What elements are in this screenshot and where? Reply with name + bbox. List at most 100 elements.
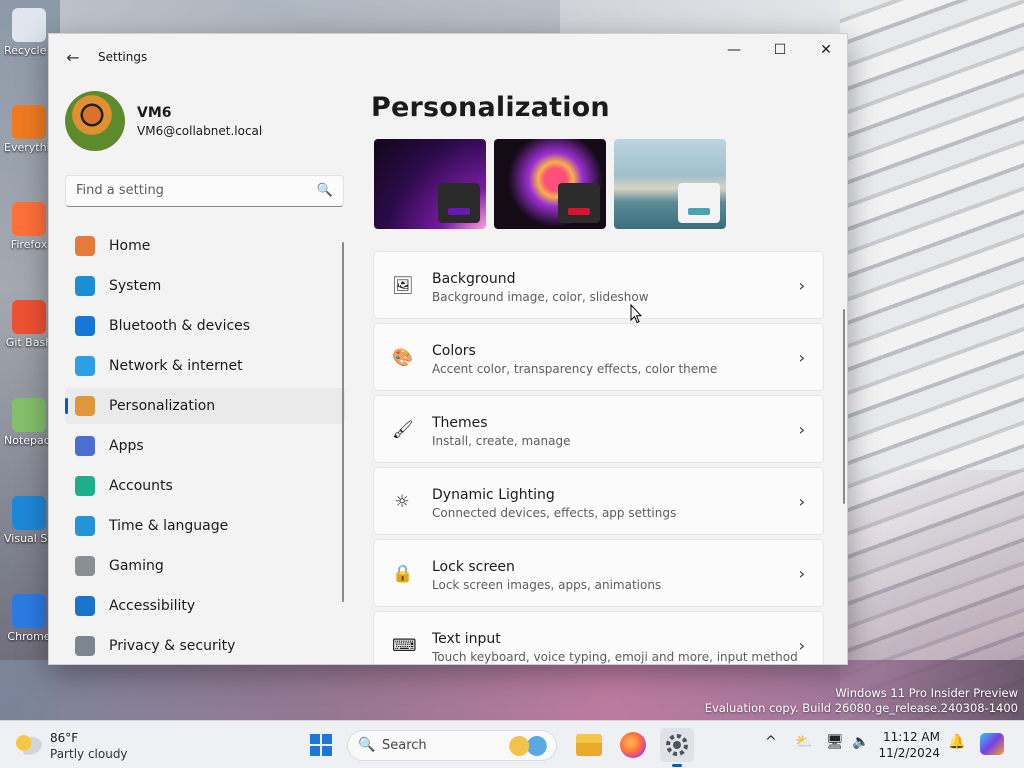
windows-logo-icon [310, 746, 320, 756]
search-highlight-icon[interactable] [506, 735, 550, 757]
user-profile[interactable]: VM6 VM6@collabnet.local [65, 91, 345, 151]
nav-item-personalization[interactable]: Personalization [65, 388, 345, 424]
tray-overflow-chevron-icon[interactable]: ^ [765, 734, 777, 750]
weather-widget[interactable]: 86°F Partly cloudy [14, 729, 144, 761]
desktop-icon[interactable]: Git Bash [4, 300, 54, 349]
main-scrollbar[interactable] [843, 309, 845, 504]
nav-item-privacy-security[interactable]: Privacy & security [65, 628, 345, 664]
window-title: Settings [98, 50, 148, 64]
display-icon[interactable]: 🖥 [826, 734, 844, 750]
nav-scrollbar[interactable] [342, 242, 344, 602]
search-magnifier-icon [12, 105, 46, 139]
nav-item-label: Bluetooth & devices [109, 318, 251, 334]
settings-window: ← Settings — ☐ ✕ VM6 VM6@collabnet.local… [48, 33, 848, 665]
theme-preview-window [558, 183, 600, 223]
theme-lake[interactable] [614, 139, 726, 229]
card-title: Colors [432, 343, 476, 359]
chrome-icon [12, 594, 46, 628]
card-description: Accent color, transparency effects, colo… [432, 362, 718, 376]
nav-item-home[interactable]: Home [65, 228, 345, 264]
card-icon: 🖌 [392, 420, 414, 440]
card-icon: ⌨ [392, 636, 417, 656]
find-setting-search[interactable]: 🔍 [65, 175, 344, 207]
taskbar-search[interactable]: 🔍 Search [347, 730, 557, 761]
card-icon: ☼ [394, 492, 410, 512]
theme-preview-window [438, 183, 480, 223]
settings-card-dynamic-lighting[interactable]: ☼ Dynamic Lighting Connected devices, effe… [373, 467, 824, 535]
settings-card-themes[interactable]: 🖌 Themes Install, create, manage › [373, 395, 824, 463]
copilot-icon[interactable] [980, 733, 1004, 755]
start-button[interactable] [304, 728, 338, 762]
vscode-icon [12, 496, 46, 530]
settings-card-colors[interactable]: 🎨 Colors Accent color, transparency effect… [373, 323, 824, 391]
card-description: Connected devices, effects, app settings [432, 506, 677, 520]
search-icon[interactable]: 🔍 [317, 183, 333, 198]
nav-item-time-language[interactable]: Time & language [65, 508, 345, 544]
chevron-right-icon: › [798, 636, 805, 655]
desktop-icon[interactable]: Chrome [4, 594, 54, 643]
back-button[interactable]: ← [63, 48, 83, 68]
theme-preview-window [678, 183, 720, 223]
maximize-button[interactable]: ☐ [757, 34, 803, 66]
settings-card-lock-screen[interactable]: 🔒 Lock screen Lock screen images, apps, an… [373, 539, 824, 607]
system-clock[interactable]: 11:12 AM 11/2/2024 [874, 729, 940, 761]
windows-logo-icon [322, 746, 332, 756]
nav-item-label: Accessibility [109, 598, 196, 614]
nav-item-gaming[interactable]: Gaming [65, 548, 345, 584]
avatar[interactable] [65, 91, 125, 151]
theme-thumbnails [374, 139, 734, 229]
nav-item-label: Gaming [109, 558, 164, 574]
desktop-icon-label: Chrome [7, 630, 51, 643]
theme-flower[interactable] [494, 139, 606, 229]
minimize-button[interactable]: — [711, 34, 757, 66]
desktop-icon[interactable]: Notepad++ [4, 398, 54, 447]
nav-item-bluetooth-devices[interactable]: Bluetooth & devices [65, 308, 345, 344]
desktop-icon[interactable]: Everything [4, 105, 54, 154]
desktop-icon-label: Everything [4, 141, 54, 154]
nav-item-label: Apps [109, 438, 144, 454]
nav-item-system[interactable]: System [65, 268, 345, 304]
desktop-icon-label: Visual Studio Code [4, 532, 54, 545]
firefox-icon [12, 202, 46, 236]
accounts-icon [75, 476, 95, 496]
firefox-icon[interactable] [620, 732, 646, 758]
file-explorer-icon[interactable] [576, 734, 602, 756]
settings-cards: 🖼 Background Background image, color, slid… [373, 251, 824, 664]
notification-bell-icon[interactable]: 🔔 [948, 734, 965, 750]
settings-nav: Home System Bluetooth & devices Network & i… [65, 228, 345, 664]
wallpaper-right [840, 0, 1024, 720]
nav-item-apps[interactable]: Apps [65, 428, 345, 464]
card-title: Background [432, 271, 516, 287]
desktop-icon[interactable]: Visual Studio Code [4, 496, 54, 545]
settings-card-text-input[interactable]: ⌨ Text input Touch keyboard, voice typing,… [373, 611, 824, 664]
weather-temperature: 86°F [50, 731, 79, 745]
wallpaper-top [560, 0, 860, 36]
search-input[interactable] [76, 183, 306, 198]
card-icon: 🔒 [392, 564, 414, 584]
clock-time: 11:12 AM [883, 730, 940, 744]
accessibility-icon [75, 596, 95, 616]
card-title: Dynamic Lighting [432, 487, 555, 503]
volume-icon[interactable]: 🔈 [852, 734, 869, 750]
paintbrush-icon [75, 396, 95, 416]
theme-purple-glow[interactable] [374, 139, 486, 229]
desktop-icon[interactable]: Recycle Bin [4, 8, 54, 57]
nav-item-accessibility[interactable]: Accessibility [65, 588, 345, 624]
desktop-icon-label: Recycle Bin [4, 44, 54, 57]
nav-item-accounts[interactable]: Accounts [65, 468, 345, 504]
user-email: VM6@collabnet.local [137, 124, 263, 138]
notepad-icon [12, 398, 46, 432]
evaluation-watermark: Windows 11 Pro Insider Preview Evaluatio… [705, 686, 1018, 716]
nav-item-network-internet[interactable]: Network & internet [65, 348, 345, 384]
close-button[interactable]: ✕ [803, 34, 847, 66]
network-status-icon[interactable]: ⛅ [795, 734, 812, 750]
settings-app-icon[interactable] [660, 728, 694, 767]
weather-description: Partly cloudy [50, 747, 128, 761]
watermark-line-2: Evaluation copy. Build 26080.ge_release.… [704, 701, 1018, 715]
card-title: Lock screen [432, 559, 515, 575]
settings-card-background[interactable]: 🖼 Background Background image, color, slid… [373, 251, 824, 319]
nav-item-label: Network & internet [109, 358, 243, 374]
desktop-icon[interactable]: Firefox [4, 202, 54, 251]
system-icon [75, 276, 95, 296]
card-description: Touch keyboard, voice typing, emoji and … [432, 650, 798, 664]
